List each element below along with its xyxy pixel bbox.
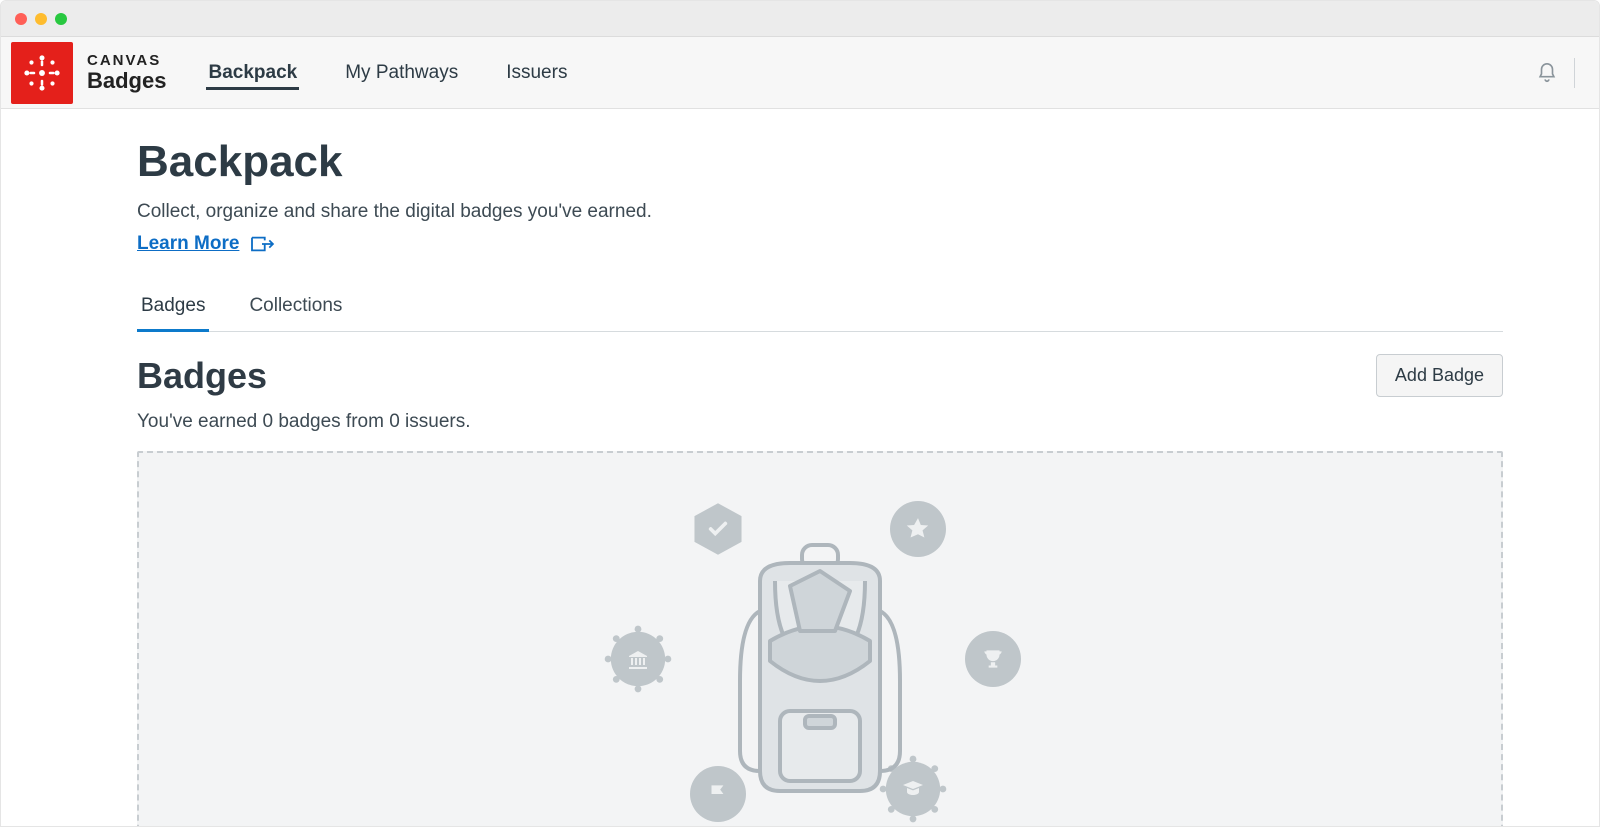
backpack-icon [720,541,920,801]
learn-more-row: Learn More [137,233,1503,255]
section-title: Badges [137,355,267,397]
window-maximize-icon[interactable] [55,13,67,25]
add-badge-button[interactable]: Add Badge [1376,354,1503,397]
page-subtitle: Collect, organize and share the digital … [137,201,1503,223]
empty-illustration [610,501,1030,826]
nav-items: Backpack My Pathways Issuers [206,37,569,108]
tab-collections[interactable]: Collections [245,285,346,331]
app-window: CANVAS Badges Backpack My Pathways Issue… [0,0,1600,827]
nav-right [1536,58,1575,88]
learn-more-link[interactable]: Learn More [137,233,239,255]
notifications-icon[interactable] [1536,62,1558,84]
earned-summary: You've earned 0 badges from 0 issuers. [137,411,1503,433]
window-minimize-icon[interactable] [35,13,47,25]
app-logo[interactable] [11,42,73,104]
nav-my-pathways[interactable]: My Pathways [343,56,460,90]
window-close-icon[interactable] [15,13,27,25]
brand-line1: CANVAS [87,53,166,69]
page-content: Backpack Collect, organize and share the… [1,109,1599,826]
nav-issuers[interactable]: Issuers [504,56,569,90]
window-titlebar [1,1,1599,37]
top-nav: CANVAS Badges Backpack My Pathways Issue… [1,37,1599,109]
brand-line2: Badges [87,69,166,92]
empty-state-panel [137,451,1503,826]
page-title: Backpack [137,137,1503,187]
brand-text: CANVAS Badges [87,53,166,92]
institution-badge-icon [610,631,666,687]
canvas-logo-icon [21,52,63,94]
nav-backpack[interactable]: Backpack [206,56,299,90]
section-header: Badges Add Badge [137,354,1503,397]
trophy-badge-icon [965,631,1021,687]
nav-divider [1574,58,1575,88]
tab-badges[interactable]: Badges [137,285,209,332]
external-link-icon [249,234,275,254]
sub-tabs: Badges Collections [137,285,1503,332]
